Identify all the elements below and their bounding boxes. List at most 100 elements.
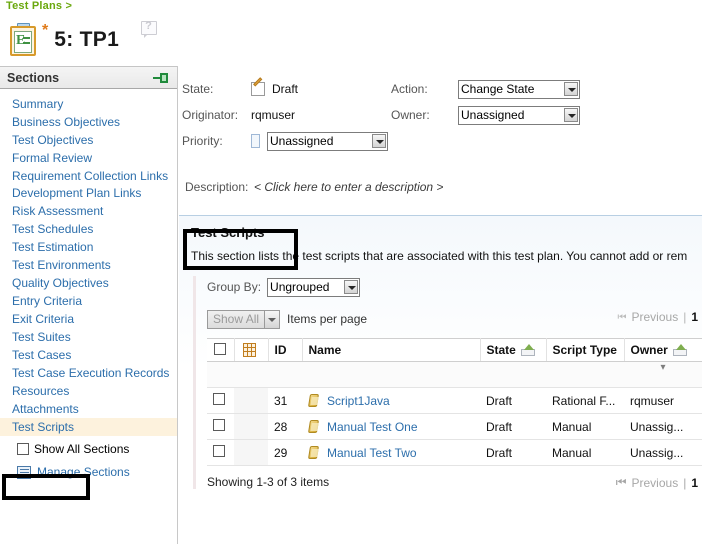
column-owner-label: Owner — [630, 343, 668, 357]
previous-link[interactable]: Previous — [632, 310, 679, 324]
priority-bar-icon — [251, 134, 260, 148]
sidebar-item-test-case-execution-records[interactable]: Test Case Execution Records — [0, 364, 177, 382]
group-by-label: Group By: — [207, 280, 262, 294]
sidebar-item-test-scripts[interactable]: Test Scripts — [0, 418, 177, 436]
help-question-icon[interactable]: ? — [141, 20, 159, 39]
state-label: State: — [182, 82, 214, 96]
subheader-cell — [234, 361, 268, 388]
sidebar-item-development-plan-links[interactable]: Development Plan Links — [0, 184, 177, 202]
first-page-icon[interactable]: ⏮ — [618, 312, 627, 323]
manage-sections-label: Manage Sections — [37, 465, 130, 479]
row-name-cell: Manual Test One — [302, 413, 480, 440]
show-all-sections-row[interactable]: Show All Sections — [17, 442, 177, 456]
sort-filter-icon[interactable] — [672, 344, 688, 356]
sidebar-item-test-estimation[interactable]: Test Estimation — [0, 238, 177, 256]
main-content: State: Draft Originator: rqmuser Priorit… — [179, 66, 702, 544]
chevron-down-icon — [264, 310, 280, 328]
row-name-link[interactable]: Manual Test One — [327, 420, 418, 434]
table-row[interactable]: 28 Manual Test One Draft Manual Unassig.… — [207, 413, 702, 440]
owner-label: Owner: — [391, 108, 430, 122]
row-checkbox-cell[interactable] — [207, 413, 234, 440]
table-header-row: ID Name State Script Type Owner — [207, 338, 702, 362]
row-script-type: Manual — [546, 413, 624, 440]
priority-row: Priority: Unassigned — [179, 128, 702, 154]
table-body: 31 Script1Java Draft Rational F... rqmus… — [207, 387, 702, 466]
column-select-all[interactable] — [207, 338, 235, 362]
expand-caret-icon[interactable]: ▾ — [624, 361, 702, 388]
subheader-cell — [302, 361, 480, 388]
row-name-link[interactable]: Manual Test Two — [327, 446, 417, 460]
previous-link[interactable]: Previous — [632, 476, 679, 490]
column-type-icon[interactable] — [234, 338, 269, 362]
row-name-cell: Script1Java — [302, 387, 480, 414]
row-icon-cell — [234, 387, 268, 414]
row-checkbox-cell[interactable] — [207, 387, 234, 414]
sidebar-item-business-objectives[interactable]: Business Objectives — [0, 113, 177, 131]
owner-value-group: Unassigned — [458, 105, 580, 125]
priority-select[interactable]: Unassigned — [267, 131, 388, 151]
column-owner[interactable]: Owner — [624, 338, 702, 362]
column-script-type[interactable]: Script Type — [546, 338, 625, 362]
description-placeholder[interactable]: < Click here to enter a description > — [254, 180, 443, 194]
row-checkbox-cell[interactable] — [207, 439, 234, 466]
breadcrumb[interactable]: Test Plans > — [6, 0, 72, 12]
sort-filter-icon[interactable] — [520, 344, 536, 356]
column-name[interactable]: Name — [302, 338, 481, 362]
group-by-select[interactable]: Ungrouped — [267, 277, 361, 297]
table-row[interactable]: 31 Script1Java Draft Rational F... rqmus… — [207, 387, 702, 414]
checkbox-icon[interactable] — [213, 445, 225, 457]
sidebar-item-attachments[interactable]: Attachments — [0, 400, 177, 418]
show-all-button[interactable]: Show All — [207, 309, 281, 329]
action-select[interactable]: Change State — [458, 79, 580, 99]
row-name-cell: Manual Test Two — [302, 439, 480, 466]
page-number[interactable]: 1 — [691, 476, 698, 490]
column-state[interactable]: State — [480, 338, 547, 362]
show-all-sections-checkbox[interactable] — [17, 443, 29, 455]
sidebar-item-summary[interactable]: Summary — [0, 95, 177, 113]
checkbox-icon[interactable] — [214, 342, 226, 355]
originator-value: rqmuser — [251, 108, 296, 122]
manage-sections-row[interactable]: Manage Sections — [17, 465, 177, 479]
subheader-cell — [480, 361, 546, 388]
row-id[interactable]: 31 — [268, 387, 302, 414]
sidebar-item-test-suites[interactable]: Test Suites — [0, 328, 177, 346]
column-id[interactable]: ID — [268, 338, 303, 362]
test-scripts-section: Test Scripts This section lists the test… — [179, 215, 702, 490]
owner-select[interactable]: Unassigned — [458, 105, 580, 125]
row-script-type: Rational F... — [546, 387, 624, 414]
showing-text: Showing 1-3 of 3 items — [207, 475, 330, 489]
row-id[interactable]: 29 — [268, 439, 302, 466]
checkbox-icon[interactable] — [213, 393, 225, 405]
sidebar-item-test-schedules[interactable]: Test Schedules — [0, 220, 177, 238]
sidebar-item-test-objectives[interactable]: Test Objectives — [0, 131, 177, 149]
row-id[interactable]: 28 — [268, 413, 302, 440]
sidebar-item-resources[interactable]: Resources — [0, 382, 177, 400]
sections-header: Sections — [0, 66, 177, 89]
list-icon — [17, 465, 31, 479]
pin-icon[interactable] — [153, 72, 169, 84]
sidebar-item-requirement-collection-links[interactable]: Requirement Collection Links — [0, 167, 177, 184]
sections-heading: Sections — [7, 70, 60, 85]
sidebar-item-test-cases[interactable]: Test Cases — [0, 346, 177, 364]
unsaved-marker: * — [42, 22, 49, 39]
sidebar-item-quality-objectives[interactable]: Quality Objectives — [0, 274, 177, 292]
sidebar-item-formal-review[interactable]: Formal Review — [0, 149, 177, 167]
checkbox-icon[interactable] — [213, 419, 225, 431]
row-name-link[interactable]: Script1Java — [327, 394, 390, 408]
sidebar-item-entry-criteria[interactable]: Entry Criteria — [0, 292, 177, 310]
sidebar-item-test-environments[interactable]: Test Environments — [0, 256, 177, 274]
priority-label: Priority: — [182, 134, 223, 148]
sidebar-item-risk-assessment[interactable]: Risk Assessment — [0, 202, 177, 220]
draft-pencil-icon — [251, 76, 266, 97]
table-row[interactable]: 29 Manual Test Two Draft Manual Unassig.… — [207, 439, 702, 466]
page-number[interactable]: 1 — [691, 310, 698, 324]
owner-select-wrap: Unassigned — [458, 105, 580, 125]
attribute-fields: State: Draft Originator: rqmuser Priorit… — [179, 66, 702, 194]
script-icon — [307, 445, 320, 460]
first-page-icon[interactable]: ⏮ — [616, 475, 627, 490]
sidebar-item-exit-criteria[interactable]: Exit Criteria — [0, 310, 177, 328]
state-value: Draft — [272, 82, 299, 96]
row-owner: Unassig... — [624, 439, 702, 466]
row-script-type: Manual — [546, 439, 624, 466]
row-state: Draft — [480, 387, 546, 414]
